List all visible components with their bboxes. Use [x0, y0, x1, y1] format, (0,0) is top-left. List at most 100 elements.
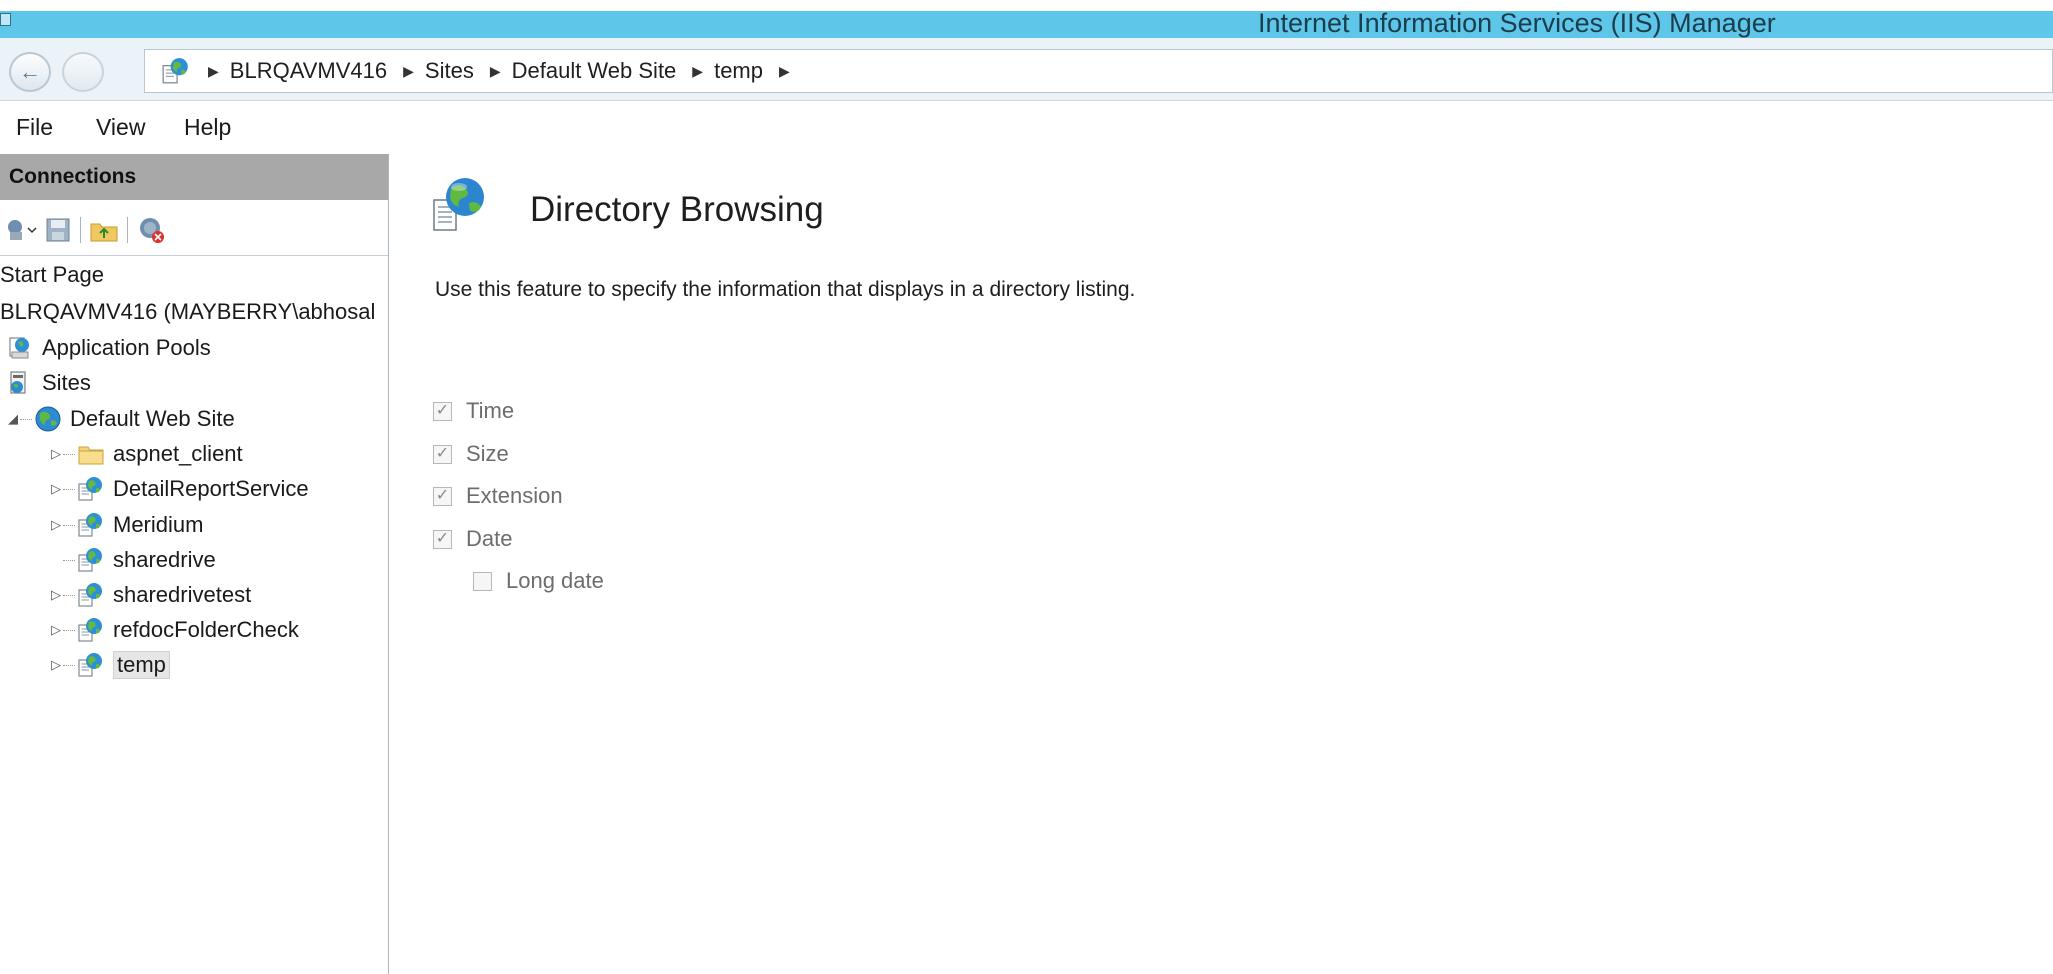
long-date-checkbox[interactable]	[473, 571, 492, 591]
toolbar-separator	[127, 217, 128, 243]
web-app-icon	[77, 651, 105, 679]
extension-checkbox[interactable]: ✓	[433, 486, 452, 506]
up-folder-icon[interactable]	[89, 216, 119, 244]
folder-icon	[77, 440, 105, 468]
sites-icon	[6, 369, 34, 397]
tree-connector	[63, 664, 75, 666]
page-description: Use this feature to specify the informat…	[435, 278, 1136, 301]
breadcrumb-arrow-icon[interactable]: ▶	[692, 63, 703, 80]
tree-item-application-pools[interactable]: Application Pools	[6, 334, 211, 362]
tree-item-label: aspnet_client	[113, 441, 243, 466]
breadcrumb-item-default-web-site[interactable]: Default Web Site	[512, 58, 677, 84]
collapse-arrow-icon[interactable]: ◢	[6, 411, 20, 427]
breadcrumb-item-sites[interactable]: Sites	[425, 58, 474, 84]
window-title: Internet Information Services (IIS) Mana…	[1258, 8, 1776, 38]
breadcrumb-arrow-icon[interactable]: ▶	[403, 63, 414, 80]
save-icon[interactable]	[44, 216, 72, 244]
tree-item-sharedrivetest[interactable]: ▷ sharedrivetest	[49, 581, 251, 609]
menu-bar: File View Help	[0, 101, 2053, 154]
connections-header: Connections	[0, 154, 388, 200]
web-app-icon	[77, 581, 105, 609]
extension-label: Extension	[466, 483, 563, 508]
tree-item-sharedrive[interactable]: sharedrive	[49, 546, 216, 574]
page-title: Directory Browsing	[530, 190, 824, 229]
title-bar: Internet Information Services (IIS) Mana…	[0, 8, 2053, 38]
web-app-icon	[77, 546, 105, 574]
tree-connector	[63, 524, 75, 526]
web-app-icon	[77, 475, 105, 503]
size-option[interactable]: ✓ Size	[433, 441, 509, 467]
expand-arrow-icon[interactable]: ▷	[49, 517, 63, 533]
expand-arrow-icon[interactable]: ▷	[49, 657, 63, 673]
tree-item-refdocfoldercheck[interactable]: ▷ refdocFolderCheck	[49, 616, 299, 644]
tree-item-label: sharedrivetest	[113, 582, 252, 607]
directory-browsing-pane: Directory Browsing Use this feature to s…	[400, 154, 2053, 974]
tree-item-label: Start Page	[0, 262, 104, 287]
expand-arrow-icon[interactable]: ▷	[49, 622, 63, 638]
address-bar: ← ▶ BLRQAVMV416 ▶ Sites ▶ Default Web Si…	[0, 38, 2053, 101]
toolbar-separator	[80, 217, 81, 243]
size-label: Size	[466, 441, 509, 466]
tree-connector	[63, 559, 75, 561]
menu-file[interactable]: File	[16, 114, 53, 141]
time-option[interactable]: ✓ Time	[433, 398, 514, 424]
tree-item-label: Default Web Site	[70, 406, 235, 431]
tree-item-label: Sites	[42, 370, 91, 395]
breadcrumb[interactable]: ▶ BLRQAVMV416 ▶ Sites ▶ Default Web Site…	[144, 49, 2053, 93]
tree-item-start-page[interactable]: Start Page	[0, 262, 104, 288]
tree-connector	[63, 594, 75, 596]
breadcrumb-item-temp[interactable]: temp	[714, 58, 763, 84]
tree-item-sites[interactable]: Sites	[6, 369, 91, 397]
expand-arrow-icon[interactable]: ▷	[49, 446, 63, 462]
connect-icon[interactable]	[6, 216, 40, 244]
tree-item-meridium[interactable]: ▷ Meridium	[49, 511, 203, 539]
application-pools-icon	[6, 334, 34, 362]
tree-item-label: Meridium	[113, 512, 204, 537]
directory-browsing-icon	[433, 178, 484, 231]
connections-toolbar	[6, 212, 168, 248]
menu-view[interactable]: View	[96, 114, 145, 141]
date-label: Date	[466, 526, 513, 551]
connections-pane: Connections Start Page BLRQAVMV416 (MAYB…	[0, 154, 389, 974]
long-date-option[interactable]: Long date	[473, 568, 604, 594]
connections-divider	[0, 255, 388, 256]
web-app-icon	[77, 616, 105, 644]
tree-item-default-web-site[interactable]: ◢ Default Web Site	[6, 405, 235, 433]
forward-button[interactable]	[62, 52, 104, 92]
tree-item-server[interactable]: BLRQAVMV416 (MAYBERRY\abhosal	[0, 299, 375, 325]
tree-item-label: Application Pools	[42, 335, 211, 360]
tree-item-aspnet-client[interactable]: ▷ aspnet_client	[49, 440, 243, 468]
tree-item-label: refdocFolderCheck	[113, 617, 299, 642]
expand-arrow-icon[interactable]: ▷	[49, 587, 63, 603]
window-system-icon[interactable]	[0, 13, 11, 26]
time-checkbox[interactable]: ✓	[433, 401, 452, 421]
web-app-icon	[77, 511, 105, 539]
disconnect-icon[interactable]	[136, 215, 168, 245]
breadcrumb-arrow-icon[interactable]: ▶	[208, 63, 219, 80]
globe-icon	[34, 405, 62, 433]
tree-item-temp[interactable]: ▷ temp	[49, 651, 170, 679]
date-checkbox[interactable]: ✓	[433, 529, 452, 549]
tree-connector	[63, 453, 75, 455]
tree-item-label: DetailReportService	[113, 476, 309, 501]
expand-arrow-icon[interactable]: ▷	[49, 481, 63, 497]
extension-option[interactable]: ✓ Extension	[433, 483, 563, 509]
tree-item-label: BLRQAVMV416 (MAYBERRY\abhosal	[0, 299, 376, 324]
long-date-label: Long date	[506, 568, 604, 593]
size-checkbox[interactable]: ✓	[433, 444, 452, 464]
iis-server-icon	[161, 56, 191, 86]
tree-item-label: sharedrive	[113, 547, 216, 572]
tree-item-label: temp	[113, 651, 170, 679]
breadcrumb-item-server[interactable]: BLRQAVMV416	[230, 58, 387, 84]
breadcrumb-arrow-icon[interactable]: ▶	[779, 63, 790, 80]
back-arrow-icon: ←	[19, 59, 41, 84]
tree-connector	[63, 629, 75, 631]
breadcrumb-arrow-icon[interactable]: ▶	[490, 63, 501, 80]
tree-item-detailreportservice[interactable]: ▷ DetailReportService	[49, 475, 309, 503]
menu-help[interactable]: Help	[184, 114, 231, 141]
time-label: Time	[466, 398, 515, 423]
back-button[interactable]: ←	[9, 52, 51, 92]
date-option[interactable]: ✓ Date	[433, 526, 512, 552]
tree-connector	[20, 418, 32, 420]
tree-connector	[63, 488, 75, 490]
